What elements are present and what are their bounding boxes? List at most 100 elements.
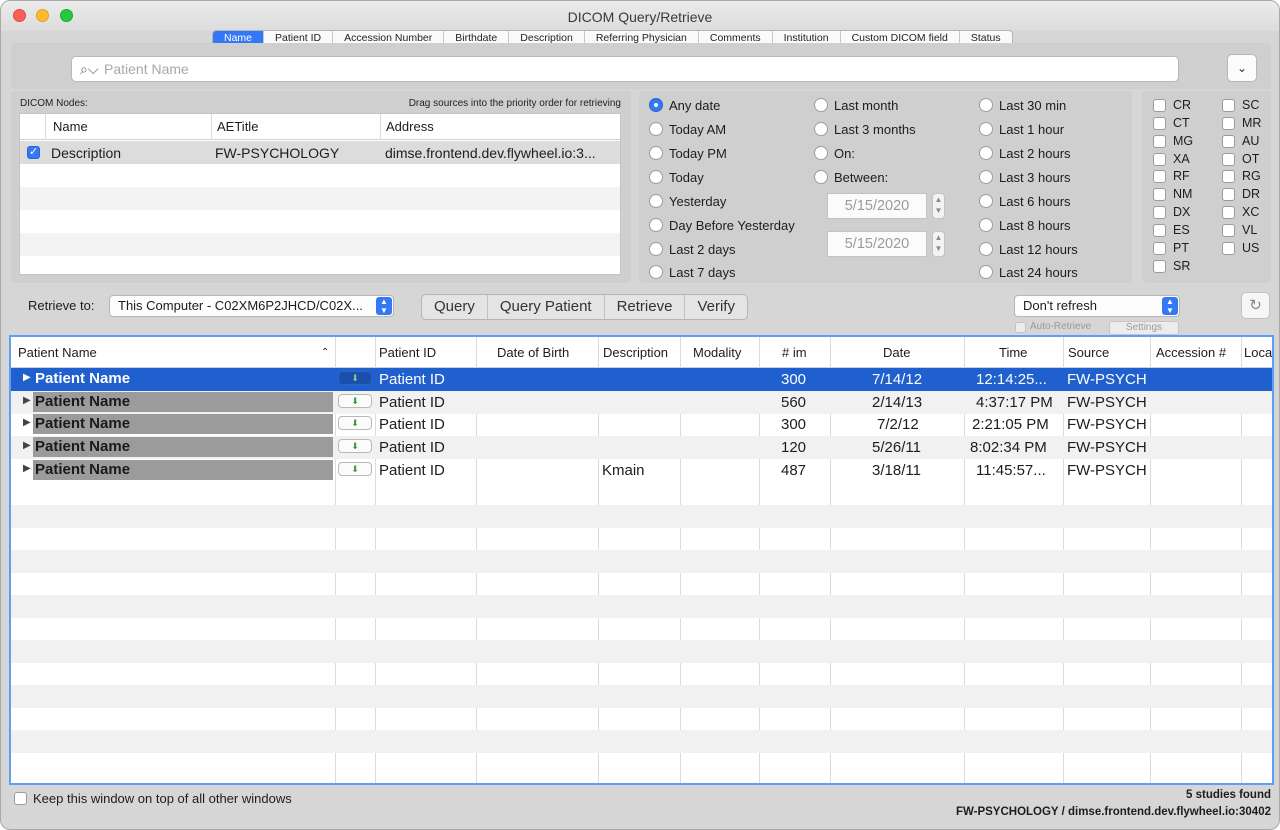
column-header-aetitle[interactable]: AETitle [217,119,258,134]
download-icon[interactable]: ⬇ [338,394,372,408]
radio-today-pm[interactable] [649,146,663,160]
column-header-image-count[interactable]: # im [782,345,807,360]
column-header-source[interactable]: Source [1068,345,1109,360]
modality-checkbox-rg[interactable] [1222,170,1235,183]
modality-checkbox-us[interactable] [1222,242,1235,255]
radio-last-2-hours[interactable] [979,146,993,160]
minimize-window-button[interactable] [36,9,49,22]
column-header-accession[interactable]: Accession # [1156,345,1226,360]
modality-checkbox-nm[interactable] [1153,188,1166,201]
column-header-patient-name[interactable]: Patient Name [18,345,97,360]
study-row[interactable]: ▶ Patient Name ⬇ Patient ID 120 5/26/11 … [11,436,1272,459]
source: FW-PSYCH [1067,462,1147,479]
verify-button[interactable]: Verify [685,295,747,319]
radio-any-date[interactable] [649,98,663,112]
modality-checkbox-mr[interactable] [1222,117,1235,130]
download-icon[interactable]: ⬇ [338,462,372,476]
modality-label: NM [1173,187,1192,201]
radio-last-24-hours[interactable] [979,265,993,279]
date-to-stepper[interactable]: ▲▼ [932,231,945,257]
retrieve-destination-select[interactable]: This Computer - C02XM6P2JHCD/C02X... ▲▼ [109,295,394,317]
study-row[interactable]: ▶ Patient Name ⬇ Patient ID 560 2/14/13 … [11,391,1272,414]
column-header-time[interactable]: Time [999,345,1027,360]
column-header-date[interactable]: Date [883,345,910,360]
modality-checkbox-pt[interactable] [1153,242,1166,255]
column-header-description[interactable]: Description [603,345,668,360]
column-header-location[interactable]: Loca [1244,345,1272,360]
modality-checkbox-sr[interactable] [1153,260,1166,273]
study-time: 2:21:05 PM [972,416,1049,433]
node-enabled-checkbox[interactable] [27,146,40,159]
download-icon[interactable]: ⬇ [338,416,372,430]
radio-last-3-hours[interactable] [979,170,993,184]
node-row[interactable]: Description FW-PSYCHOLOGY dimse.frontend… [20,141,620,164]
radio-today[interactable] [649,170,663,184]
radio-last-3-months[interactable] [814,122,828,136]
modality-checkbox-xa[interactable] [1153,153,1166,166]
date-to-field[interactable]: 5/15/2020 [827,231,927,257]
search-icon[interactable]: ⌕⌵ [80,61,98,78]
radio-between[interactable] [814,170,828,184]
modality-checkbox-vl[interactable] [1222,224,1235,237]
modality-label: US [1242,241,1259,255]
modality-checkbox-es[interactable] [1153,224,1166,237]
column-header-date-of-birth[interactable]: Date of Birth [497,345,569,360]
disclosure-triangle-icon[interactable]: ▶ [23,463,31,474]
disclosure-triangle-icon[interactable]: ▶ [23,372,31,383]
settings-button[interactable]: Settings [1109,321,1179,335]
radio-label: Last 7 days [669,265,736,280]
column-header-name[interactable]: Name [53,119,88,134]
search-input[interactable] [104,60,1164,78]
refresh-interval-select[interactable]: Don't refresh ▲▼ [1014,295,1180,317]
download-icon[interactable]: ⬇ [338,371,372,385]
auto-retrieve-checkbox[interactable] [1015,322,1026,333]
radio-on[interactable] [814,146,828,160]
keep-on-top-checkbox[interactable] [14,792,27,805]
study-row[interactable]: ▶ Patient Name ⬇ Patient ID 300 7/2/12 2… [11,413,1272,436]
column-header-address[interactable]: Address [386,119,434,134]
radio-last-6-hours[interactable] [979,194,993,208]
modality-checkbox-cr[interactable] [1153,99,1166,112]
modality-checkbox-mg[interactable] [1153,135,1166,148]
date-from-stepper[interactable]: ▲▼ [932,193,945,219]
column-header-modality[interactable]: Modality [693,345,741,360]
query-button[interactable]: Query [422,295,488,319]
zoom-window-button[interactable] [60,9,73,22]
radio-last-7-days[interactable] [649,265,663,279]
modality-checkbox-ot[interactable] [1222,153,1235,166]
modality-checkbox-rf[interactable] [1153,170,1166,183]
node-address: dimse.frontend.dev.flywheel.io:3... [385,145,596,161]
disclosure-triangle-icon[interactable]: ▶ [23,440,31,451]
patient-id: Patient ID [379,439,445,456]
column-header-patient-id[interactable]: Patient ID [379,345,436,360]
radio-day-before-yesterday[interactable] [649,218,663,232]
refresh-button[interactable]: ↻ [1241,292,1270,319]
modality-checkbox-dx[interactable] [1153,206,1166,219]
download-icon[interactable]: ⬇ [338,439,372,453]
study-row[interactable]: ▶ Patient Name ⬇ Patient ID Kmain 487 3/… [11,459,1272,482]
modality-checkbox-dr[interactable] [1222,188,1235,201]
radio-today-am[interactable] [649,122,663,136]
radio-last-8-hours[interactable] [979,218,993,232]
radio-label: Today PM [669,146,727,161]
study-row[interactable]: ▶ Patient Name ⬇ Patient ID 300 7/14/12 … [11,368,1272,391]
radio-last-1-hour[interactable] [979,122,993,136]
radio-yesterday[interactable] [649,194,663,208]
radio-last-month[interactable] [814,98,828,112]
modality-checkbox-ct[interactable] [1153,117,1166,130]
modality-checkbox-sc[interactable] [1222,99,1235,112]
modality-checkbox-au[interactable] [1222,135,1235,148]
radio-last-30-min[interactable] [979,98,993,112]
disclosure-triangle-icon[interactable]: ▶ [23,395,31,406]
empty-row [20,187,620,210]
modality-label: CR [1173,98,1191,112]
retrieve-button[interactable]: Retrieve [605,295,686,319]
close-window-button[interactable] [13,9,26,22]
radio-last-2-days[interactable] [649,242,663,256]
query-patient-button[interactable]: Query Patient [488,295,605,319]
search-options-button[interactable]: ⌄ [1227,54,1257,82]
date-from-field[interactable]: 5/15/2020 [827,193,927,219]
radio-last-12-hours[interactable] [979,242,993,256]
modality-checkbox-xc[interactable] [1222,206,1235,219]
disclosure-triangle-icon[interactable]: ▶ [23,417,31,428]
